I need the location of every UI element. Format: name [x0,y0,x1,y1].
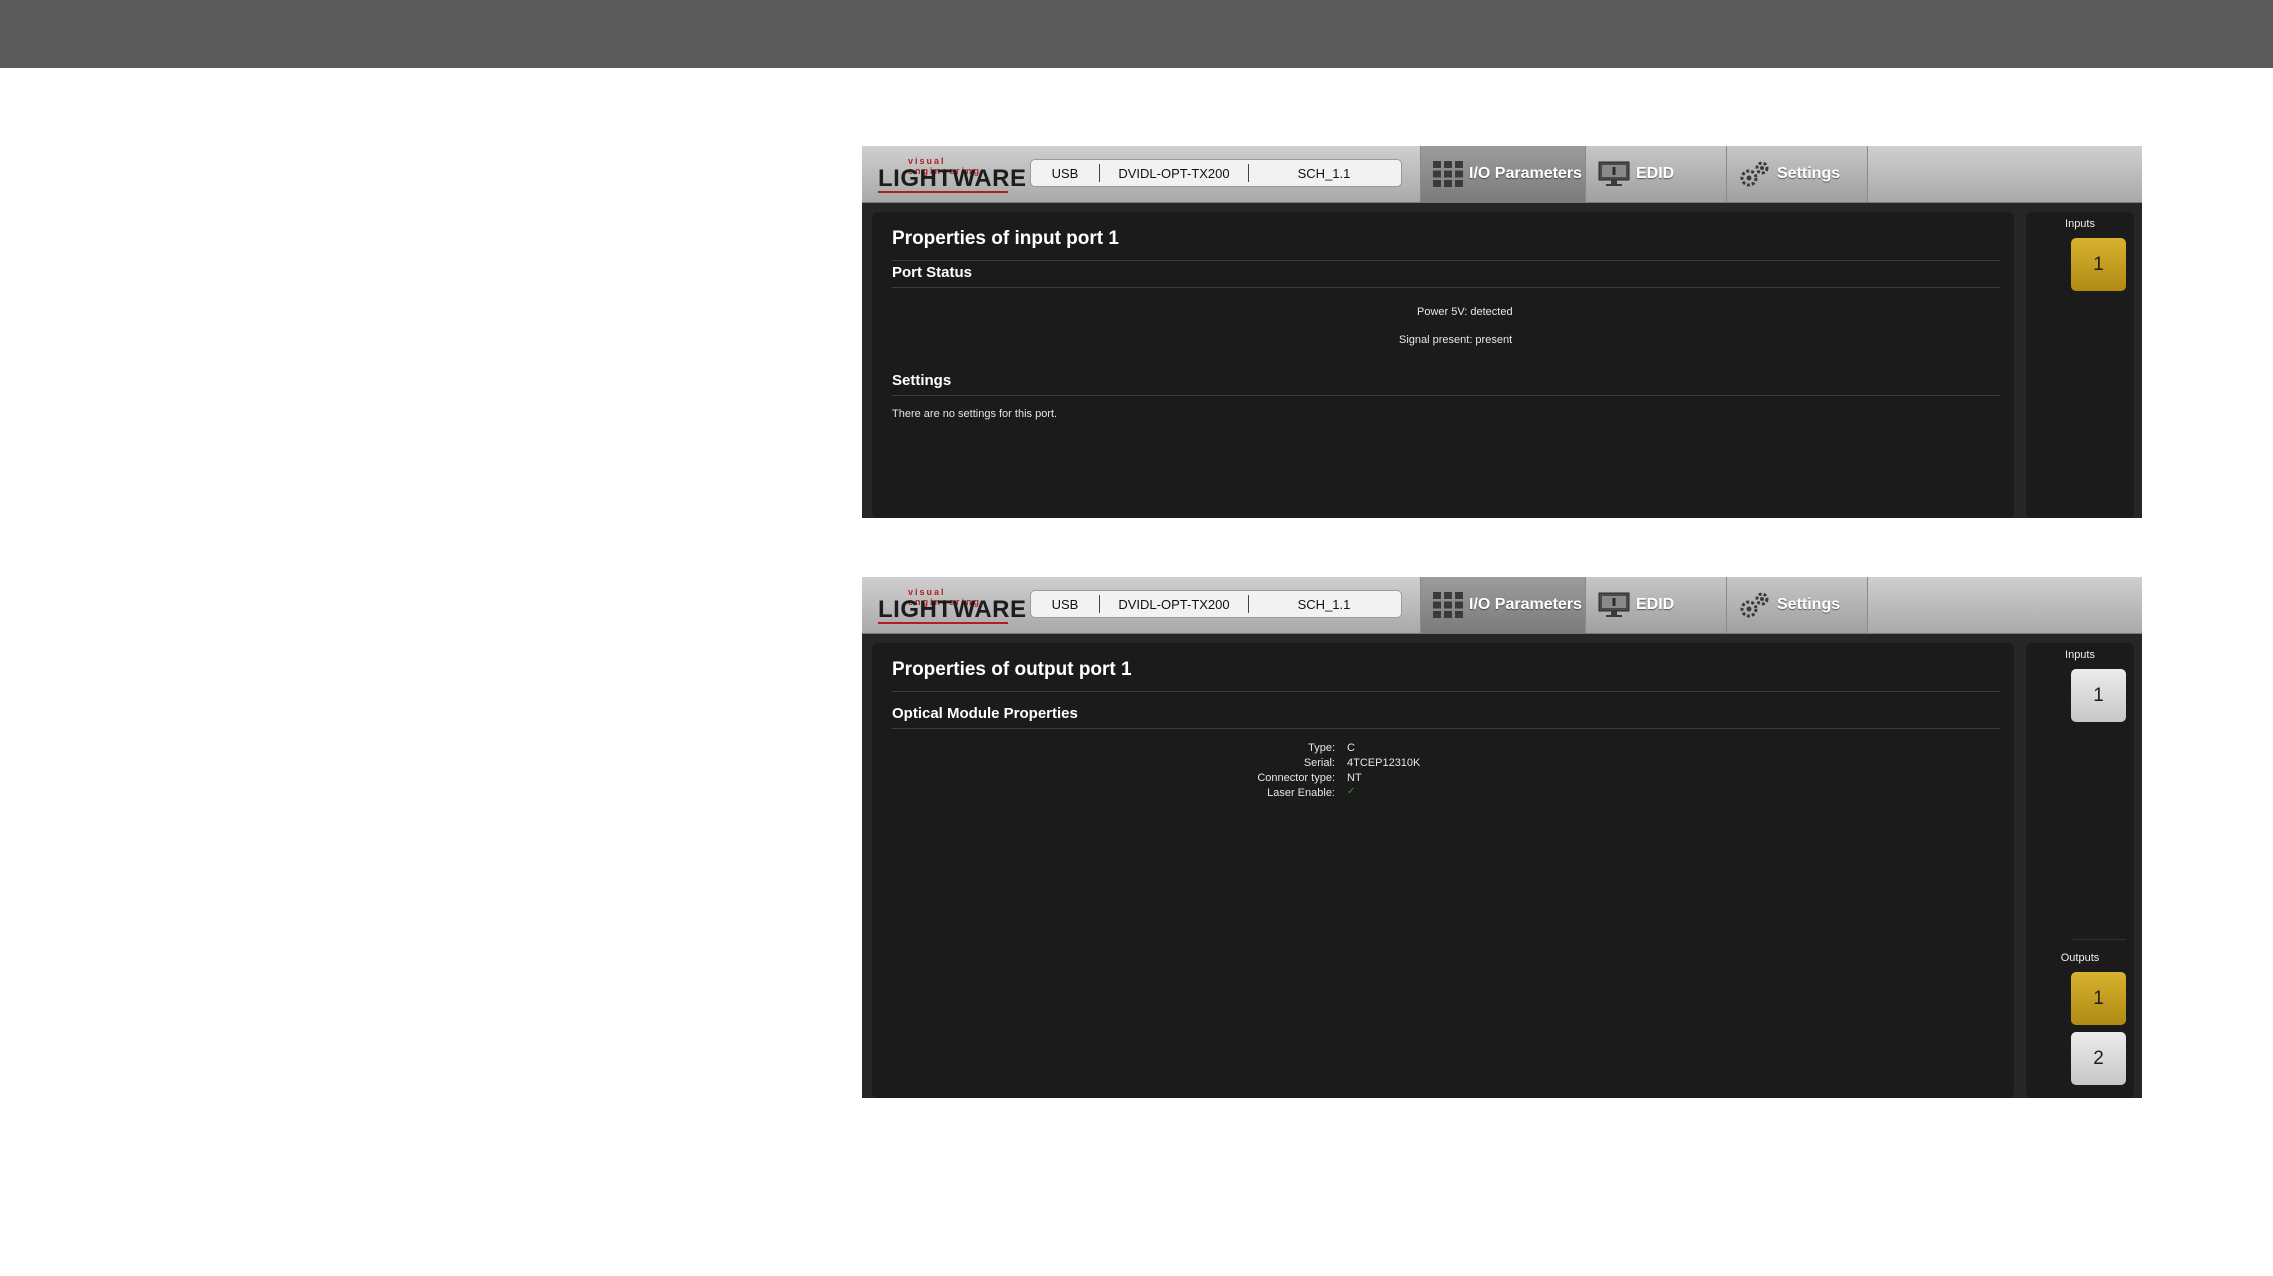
device-model: DVIDL-OPT-TX200 [1118,165,1230,181]
tab-edid[interactable]: EDID [1585,577,1726,633]
port-properties-area: Properties of output port 1 Optical Modu… [872,643,2014,1098]
gears-icon [1739,591,1771,619]
input-port-button[interactable]: 1 [2071,669,2126,722]
tab-settings[interactable]: Settings [1726,577,1868,633]
port-properties-area: Properties of input port 1 Port Status P… [872,212,2014,518]
device-sch: SCH_1.1 [1297,596,1351,612]
port-selector: Inputs 1 [2026,212,2134,518]
monitor-icon [1598,161,1630,187]
connection-type: USB [1051,165,1079,181]
grid-icon [1433,161,1463,187]
monitor-icon [1598,592,1630,618]
signal-present-status: Signal present: present [1399,334,1513,346]
port-selector: Inputs 1 Outputs 1 2 [2026,643,2134,1098]
device-model: DVIDL-OPT-TX200 [1118,596,1230,612]
serial-value: 4TCEP12310K [1347,757,1421,769]
settings-heading: Settings [892,372,952,389]
lightware-logo: visual engineering LIGHTWARE [878,587,1027,624]
top-bar [0,0,2273,68]
device-info-bar: USB DVIDL-OPT-TX200 SCH_1.1 [1030,590,1402,618]
page-title: Properties of output port 1 [892,659,1132,680]
checkmark-icon: ✓ [1347,786,1356,797]
tab-io-parameters[interactable]: I/O Parameters [1420,146,1585,202]
lightware-logo: visual engineering LIGHTWARE [878,156,1027,193]
laser-enable-key: Laser Enable: [1267,787,1335,799]
input-port-button[interactable]: 1 [2071,238,2126,291]
header-bar: visual engineering LIGHTWARE USB DVIDL-O… [862,577,2142,634]
optical-module-heading: Optical Module Properties [892,705,1078,722]
device-info-bar: USB DVIDL-OPT-TX200 SCH_1.1 [1030,159,1402,187]
outputs-label: Outputs [2060,952,2100,964]
tab-settings[interactable]: Settings [1726,146,1868,202]
connector-type-key: Connector type: [1257,772,1335,784]
header-bar: visual engineering LIGHTWARE USB DVIDL-O… [862,146,2142,203]
gears-icon [1739,160,1771,188]
type-value: C [1347,742,1355,754]
tab-io-parameters[interactable]: I/O Parameters [1420,577,1585,633]
port-status-heading: Port Status [892,264,973,281]
connection-type: USB [1051,596,1079,612]
inputs-label: Inputs [2065,218,2095,230]
tab-edid[interactable]: EDID [1585,146,1726,202]
page-title: Properties of input port 1 [892,228,1119,249]
input-port-window: visual engineering LIGHTWARE USB DVIDL-O… [862,146,2142,518]
optical-properties-list: Type: C Serial: 4TCEP12310K Connector ty… [1215,742,1515,802]
output-port-1-button[interactable]: 1 [2071,972,2126,1025]
connector-type-value: NT [1347,772,1362,784]
inputs-label: Inputs [2065,649,2095,661]
serial-key: Serial: [1303,757,1335,769]
settings-note: There are no settings for this port. [892,408,1058,420]
power-5v-status: Power 5V: detected [1417,306,1513,318]
output-port-2-button[interactable]: 2 [2071,1032,2126,1085]
device-sch: SCH_1.1 [1297,165,1351,181]
output-port-window: visual engineering LIGHTWARE USB DVIDL-O… [862,577,2142,1098]
type-key: Type: [1308,742,1335,754]
grid-icon [1433,592,1463,618]
